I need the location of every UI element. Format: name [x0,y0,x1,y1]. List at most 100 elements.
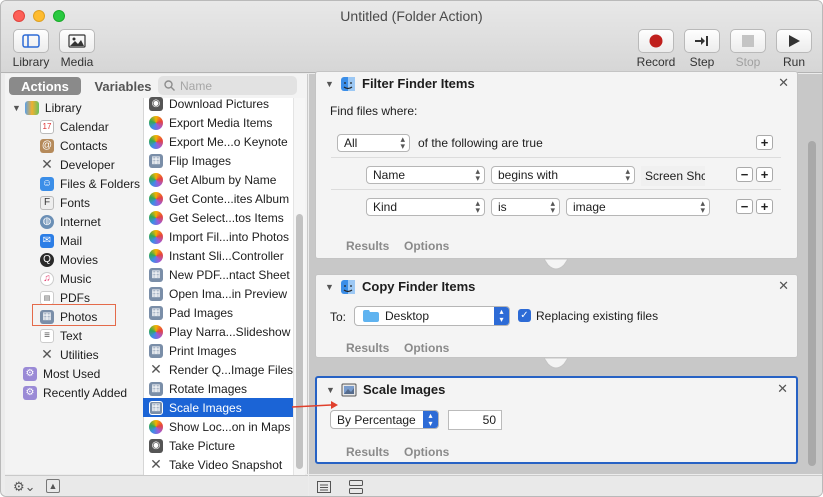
action-item[interactable]: ✕ Render Q...Image Files [143,360,293,379]
quantifier-suffix: of the following are true [418,136,543,150]
action-label: Import Fil...into Photos [169,229,290,244]
library-item-movies[interactable]: Q Movies [40,250,98,269]
rule2-operator-popup[interactable]: is ▴ ▾ [491,198,560,216]
media-button[interactable] [59,29,95,53]
library-toggle-button[interactable] [13,29,49,53]
action-item[interactable]: ▦ Print Images [143,341,293,360]
list-view-icon[interactable] [317,481,331,493]
record-icon [649,34,663,48]
action-label: Instant Sli...Controller [169,248,284,263]
rule1-operator-popup[interactable]: begins with ▴ ▾ [491,166,635,184]
remove-rule1-button[interactable]: − [736,167,753,182]
library-item-recently-added[interactable]: ⚙ Recently Added [23,383,127,402]
scale-mode-popup[interactable]: By Percentage ▴ ▾ [330,410,439,429]
fonts-icon: F [40,195,54,210]
updown-chevron-icon: ▴ ▾ [700,198,705,215]
close-icon[interactable]: ✕ [777,381,788,397]
finder-icon: ☺ [40,176,54,191]
filter-options-tab[interactable]: Options [404,239,449,253]
close-icon[interactable]: ✕ [778,75,789,91]
camera-icon: ◉ [149,96,163,111]
disclosure-down-icon[interactable]: ▼ [325,79,334,89]
library-item-library[interactable]: ▼ Library [12,98,82,117]
action-item[interactable]: Import Fil...into Photos [143,227,293,246]
action-item[interactable]: ▦ Flip Images [143,151,293,170]
flow-view-icon[interactable] [349,480,363,494]
action-item[interactable]: Show Loc...on in Maps [143,417,293,436]
action-item[interactable]: ◉ Take Picture [143,436,293,455]
popup-value: Desktop [385,309,430,323]
library-item-text[interactable]: ≡ Text [40,326,82,345]
tab-variables[interactable]: Variables [87,77,159,95]
run-button[interactable] [776,29,812,53]
add-after-rule2-button[interactable]: + [756,199,773,214]
action-label: Play Narra...Slideshow [169,324,291,339]
action-item[interactable]: Instant Sli...Controller [143,246,293,265]
copy-options-tab[interactable]: Options [404,341,449,355]
action-item[interactable]: ▦ New PDF...ntact Sheet [143,265,293,284]
action-item[interactable]: ▦ Pad Images [143,303,293,322]
action-item[interactable]: Get Album by Name [143,170,293,189]
rule2-field-popup[interactable]: Kind ▴ ▾ [366,198,485,216]
stop-button[interactable] [730,29,766,53]
disclosure-down-icon: ▼ [12,102,21,113]
disclosure-down-icon[interactable]: ▼ [326,385,335,395]
action-item[interactable]: ▦ Open Ima...in Preview [143,284,293,303]
updown-chevron-icon: ▴ ▾ [423,411,438,428]
card-title: Scale Images [363,382,446,397]
library-item-calendar[interactable]: 17 Calendar [40,117,109,136]
action-item[interactable]: Play Narra...Slideshow [143,322,293,341]
copy-results-tab[interactable]: Results [346,341,389,355]
add-after-rule1-button[interactable]: + [756,167,773,182]
library-item-files-folders[interactable]: ☺ Files & Folders [40,174,140,193]
action-item[interactable]: Export Me...o Keynote [143,132,293,151]
remove-rule2-button[interactable]: − [736,199,753,214]
scale-results-tab[interactable]: Results [346,445,389,459]
action-item[interactable]: Export Media Items [143,113,293,132]
library-item-mail[interactable]: ✉ Mail [40,231,82,250]
filter-results-tab[interactable]: Results [346,239,389,253]
record-button[interactable] [638,29,674,53]
action-item[interactable]: ▦ Rotate Images [143,379,293,398]
close-icon[interactable]: ✕ [778,278,789,294]
gear-menu-icon[interactable]: ⚙⌄ [13,479,36,495]
library-item-internet[interactable]: ◍ Internet [40,212,101,231]
library-item-music[interactable]: ♫ Music [40,269,91,288]
action-item[interactable]: ✕ Take Video Snapshot [143,455,293,474]
tab-actions[interactable]: Actions [9,77,81,95]
action-item-scale-images-selected[interactable]: ▦ Scale Images [143,398,293,417]
action-item[interactable]: Get Select...tos Items [143,208,293,227]
add-rule-button[interactable]: + [756,135,773,150]
step-button[interactable] [684,29,720,53]
action-item[interactable]: Get Conte...ites Album [143,189,293,208]
preview-icon [341,383,357,397]
library-item-label: Calendar [60,119,109,134]
action-item[interactable]: ◉ Download Pictures [143,94,293,113]
rule1-value-field[interactable]: Screen Shc [641,166,705,186]
scale-options-tab[interactable]: Options [404,445,449,459]
scale-percentage-field[interactable]: 50 [448,410,502,430]
library-item-contacts[interactable]: @ Contacts [40,136,107,155]
show-description-icon[interactable]: ▲ [46,479,60,493]
library-item-fonts[interactable]: F Fonts [40,193,90,212]
action-label: Render Q...Image Files [169,362,294,377]
actions-scrollbar-thumb[interactable] [296,214,303,469]
disclosure-down-icon[interactable]: ▼ [325,282,334,292]
action-search-field[interactable]: Name [158,76,297,95]
updown-chevron-icon: ▴ ▾ [550,198,555,215]
rule1-field-popup[interactable]: Name ▴ ▾ [366,166,485,184]
library-item-utilities[interactable]: ✕ Utilities [40,345,99,364]
action-label: Get Select...tos Items [169,210,284,225]
library-item-developer[interactable]: ✕ Developer [40,155,115,174]
photos-highlight-box [32,304,116,326]
workflow-scrollbar-thumb[interactable] [808,141,816,466]
rule2-value-popup[interactable]: image ▴ ▾ [566,198,710,216]
replacing-checkbox[interactable]: ✓ [518,309,531,322]
popup-value: All [344,136,358,150]
card-title: Filter Finder Items [362,76,475,91]
library-item-most-used[interactable]: ⚙ Most Used [23,364,100,383]
destination-popup[interactable]: Desktop ▴ ▾ [354,306,510,326]
quantifier-popup[interactable]: All ▴ ▾ [337,134,410,152]
photos-app-icon [149,191,163,206]
updown-chevron-icon: ▴ ▾ [400,134,405,151]
